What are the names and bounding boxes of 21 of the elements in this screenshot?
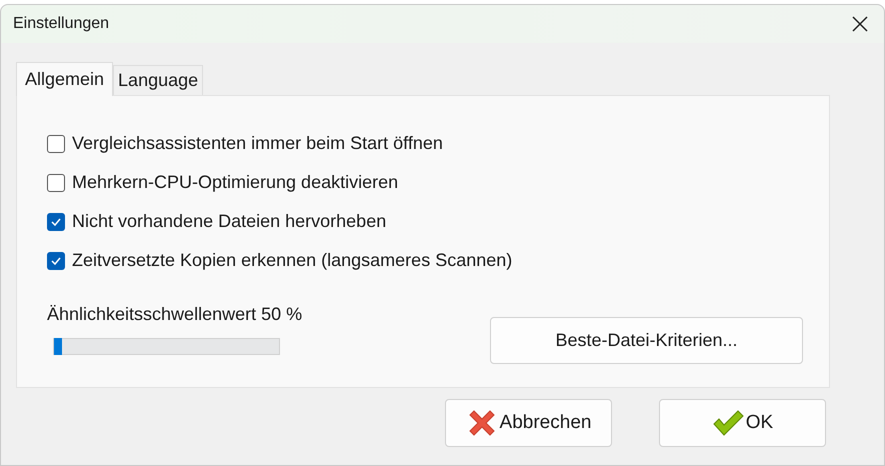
checkbox[interactable] [47,252,65,270]
checkbox-label: Zeitversetzte Kopien erkennen (langsameres Scannen) [72,249,512,272]
checkbox[interactable] [47,212,65,230]
best-file-criteria-button[interactable]: Beste-Datei-Kriterien... [490,317,803,364]
tab[interactable]: Language [113,65,204,95]
cancel-button[interactable]: Abbrechen [445,399,612,447]
threshold-slider[interactable] [53,338,280,355]
slider-thumb[interactable] [54,338,62,355]
checkbox[interactable] [47,174,65,192]
close-icon [852,16,868,32]
checkbox-label: Mehrkern-CPU-Optimierung deaktivieren [72,171,398,194]
window-title: Einstellungen [13,14,110,34]
threshold-label: Ähnlichkeitsschwellenwert 50 % [47,303,304,326]
checkmark-icon [50,216,62,228]
checkbox-label: Nicht vorhandene Dateien hervorheben [72,210,386,233]
checkmark-icon [712,409,744,437]
ok-button[interactable]: OK [659,399,826,447]
tab[interactable]: Allgemein [16,62,114,96]
checkbox[interactable] [47,134,65,152]
checkmark-icon [50,254,62,266]
checkbox-label: Vergleichsassistenten immer beim Start öffnen [72,132,443,155]
